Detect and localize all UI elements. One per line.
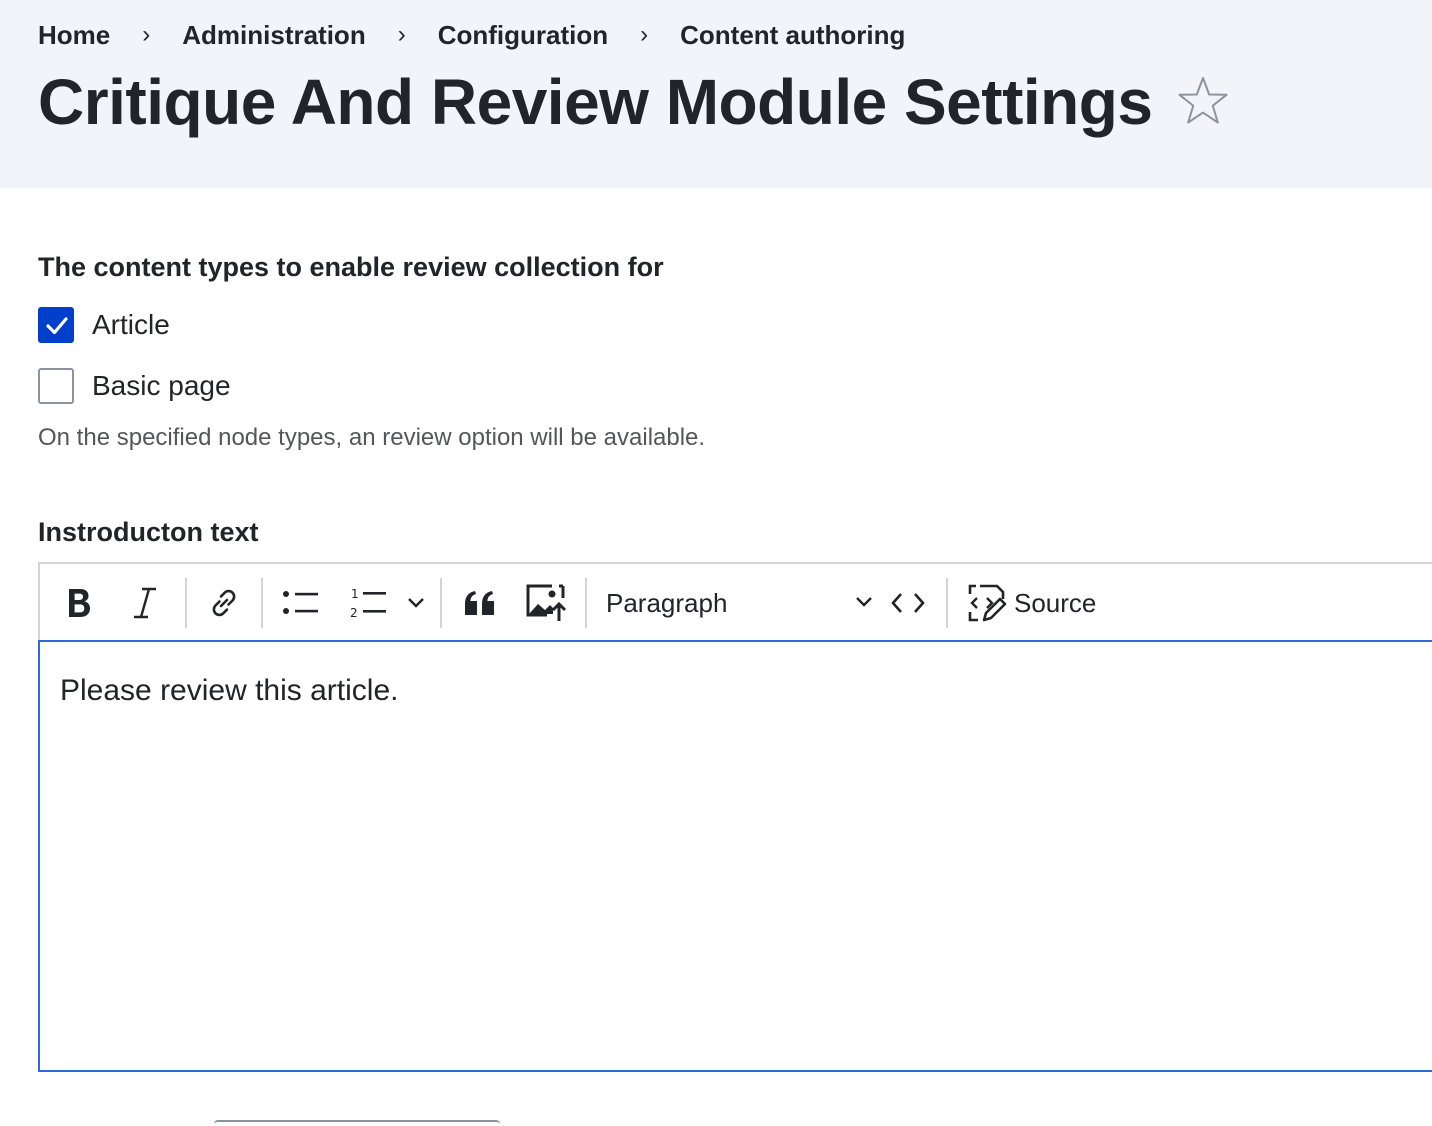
breadcrumb-home[interactable]: Home <box>38 20 110 51</box>
source-button[interactable]: Source <box>966 574 1100 632</box>
bold-icon <box>69 589 90 617</box>
image-upload-button[interactable] <box>520 574 574 632</box>
italic-button[interactable] <box>118 574 172 632</box>
editor-content-area[interactable]: Please review this article. <box>38 640 1432 1072</box>
heading-dropdown-value: Paragraph <box>606 587 728 618</box>
content-types-legend: The content types to enable review colle… <box>38 252 664 282</box>
checkbox-basic-page[interactable]: Basic page <box>38 368 231 404</box>
bulleted-list-button[interactable] <box>274 574 328 632</box>
save-button-edge[interactable] <box>214 1120 500 1126</box>
content-types-description: On the specified node types, an review o… <box>38 424 706 451</box>
breadcrumb-content-authoring[interactable]: Content authoring <box>680 20 905 51</box>
svg-text:2: 2 <box>350 606 358 620</box>
numbered-list-button[interactable]: 1 2 <box>342 574 396 632</box>
code-icon <box>891 593 925 613</box>
article-label: Article <box>92 309 170 340</box>
toolbar-separator <box>185 578 187 628</box>
breadcrumb-separator: › <box>640 21 649 48</box>
page-header: Home › Administration › Configuration › … <box>0 0 1432 188</box>
check-icon <box>46 317 68 335</box>
blockquote-icon <box>465 591 494 615</box>
page-title: Critique And Review Module Settings <box>38 66 1153 138</box>
article-checkbox[interactable] <box>38 307 74 343</box>
checkbox-article[interactable]: Article <box>38 307 170 343</box>
svg-text:1: 1 <box>351 587 359 601</box>
breadcrumb-configuration[interactable]: Configuration <box>438 20 608 51</box>
basic-page-label: Basic page <box>92 370 231 401</box>
favorite-star-icon[interactable] <box>1176 74 1230 128</box>
breadcrumb-separator: › <box>142 21 151 48</box>
toolbar-separator <box>440 578 442 628</box>
numbered-list-dropdown[interactable] <box>398 574 434 632</box>
basic-page-checkbox[interactable] <box>38 368 74 404</box>
toolbar-separator <box>946 578 948 628</box>
breadcrumb-administration[interactable]: Administration <box>182 20 365 51</box>
chevron-down-icon <box>408 598 424 608</box>
chevron-down-icon <box>856 597 872 607</box>
breadcrumb: Home › Administration › Configuration › … <box>38 19 905 51</box>
toolbar-separator <box>261 578 263 628</box>
blockquote-button[interactable] <box>453 574 507 632</box>
italic-icon <box>134 587 156 619</box>
source-edit-icon <box>968 584 1007 622</box>
rich-text-editor: 1 2 Paragraph Source Please review this … <box>38 562 1432 1072</box>
bulleted-list-icon <box>283 591 318 614</box>
heading-dropdown[interactable]: Paragraph <box>606 574 872 632</box>
link-icon <box>212 589 236 617</box>
image-upload-icon <box>526 584 567 621</box>
bold-button[interactable] <box>52 574 106 632</box>
toolbar-separator <box>585 578 587 628</box>
intro-text-label: Instroducton text <box>38 517 259 547</box>
code-button[interactable] <box>880 574 936 632</box>
source-button-label: Source <box>1014 587 1097 618</box>
editor-toolbar: 1 2 Paragraph Source <box>38 562 1432 642</box>
link-button[interactable] <box>197 574 251 632</box>
breadcrumb-separator: › <box>397 21 406 48</box>
editor-paragraph: Please review this article. <box>60 674 399 707</box>
numbered-list-icon: 1 2 <box>350 587 386 620</box>
